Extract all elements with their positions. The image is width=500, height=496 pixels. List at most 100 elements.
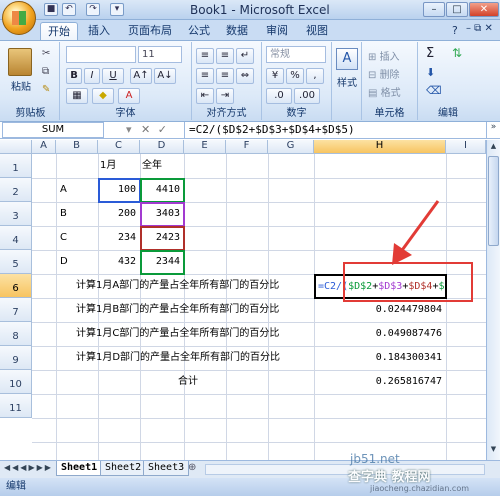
cell-h8[interactable]: 0.049087476 xyxy=(314,322,446,346)
cell-c5[interactable]: 432 xyxy=(98,250,140,274)
italic-button[interactable]: I xyxy=(84,68,100,84)
fill-icon[interactable]: ⬇ xyxy=(426,66,435,79)
save-icon[interactable]: ■ xyxy=(44,3,58,16)
cancel-icon[interactable]: ✕ xyxy=(141,123,150,136)
format-painter-icon[interactable]: ✎ xyxy=(42,84,50,95)
cell-d1[interactable]: 全年 xyxy=(140,154,184,178)
help-icon[interactable]: ? xyxy=(452,24,458,37)
cell-b8[interactable]: 计算1月C部门的产量占全年所有部门的百分比 xyxy=(74,322,314,346)
tab-insert[interactable]: 插入 xyxy=(84,22,114,41)
sheet-tab-2[interactable]: Sheet2 xyxy=(100,461,147,476)
tab-page-layout[interactable]: 页面布局 xyxy=(124,22,176,41)
name-box[interactable]: SUM xyxy=(2,122,104,138)
styles-icon[interactable]: A xyxy=(336,48,358,70)
tab-data[interactable]: 数据 xyxy=(222,22,252,41)
align-center-icon[interactable]: ≡ xyxy=(216,68,234,84)
maximize-button[interactable]: □ xyxy=(446,2,468,17)
enter-icon[interactable]: ✓ xyxy=(158,123,167,136)
horizontal-scrollbar[interactable] xyxy=(205,464,485,475)
minimize-button[interactable]: – xyxy=(423,2,445,17)
cell-c1[interactable]: 1月 xyxy=(98,154,140,178)
paste-label[interactable]: 粘贴 xyxy=(4,78,38,93)
col-header-e[interactable]: E xyxy=(184,140,226,154)
currency-icon[interactable]: ¥ xyxy=(266,68,284,84)
autosum-button[interactable]: Σ xyxy=(426,46,434,61)
sheet-tab-3[interactable]: Sheet3 xyxy=(143,461,190,476)
row-header-7[interactable]: 7 xyxy=(0,298,32,322)
cell-b9[interactable]: 计算1月D部门的产量占全年所有部门的百分比 xyxy=(74,346,314,370)
increase-indent-icon[interactable]: ⇥ xyxy=(216,88,234,104)
border-icon[interactable]: ▦ xyxy=(66,88,88,104)
align-left-icon[interactable]: ≡ xyxy=(196,68,214,84)
sort-filter-icon[interactable]: ⇅ xyxy=(452,46,462,60)
align-top-icon[interactable]: ≡ xyxy=(196,48,214,64)
col-header-a[interactable]: A xyxy=(32,140,56,154)
col-header-g[interactable]: G xyxy=(268,140,314,154)
customize-toolbar-icon[interactable]: ▾ xyxy=(110,3,124,16)
col-header-f[interactable]: F xyxy=(226,140,268,154)
font-name-dropdown[interactable] xyxy=(66,46,136,63)
decrease-indent-icon[interactable]: ⇤ xyxy=(196,88,214,104)
select-all-corner[interactable] xyxy=(0,140,32,154)
undo-icon[interactable]: ↶ xyxy=(62,3,76,16)
clear-icon[interactable]: ⌫ xyxy=(426,84,442,97)
font-size-dropdown[interactable]: 11 xyxy=(138,46,182,63)
bold-button[interactable]: B xyxy=(66,68,82,84)
cell-h10[interactable]: 0.265816747 xyxy=(314,370,446,394)
row-header-4[interactable]: 4 xyxy=(0,226,32,250)
delete-cells-button[interactable]: ⊟ 删除 xyxy=(368,66,400,81)
scroll-down-icon[interactable]: ▼ xyxy=(488,445,499,456)
ribbon-minimize-icon[interactable]: – ⧉ ✕ xyxy=(466,23,493,34)
scroll-thumb[interactable] xyxy=(488,156,499,246)
align-middle-icon[interactable]: ≡ xyxy=(216,48,234,64)
close-button[interactable]: ✕ xyxy=(469,2,499,17)
cell-c3[interactable]: 200 xyxy=(98,202,140,226)
col-header-b[interactable]: B xyxy=(56,140,98,154)
redo-icon[interactable]: ↷ xyxy=(86,3,100,16)
cell-b6[interactable]: 计算1月A部门的产量占全年所有部门的百分比 xyxy=(74,274,314,298)
row-header-8[interactable]: 8 xyxy=(0,322,32,346)
row-header-2[interactable]: 2 xyxy=(0,178,32,202)
fill-color-icon[interactable]: ◆ xyxy=(92,88,114,104)
col-header-d[interactable]: D xyxy=(140,140,184,154)
decrease-decimal-icon[interactable]: .00 xyxy=(294,88,320,104)
cut-icon[interactable]: ✂ xyxy=(42,48,50,59)
office-button[interactable] xyxy=(2,1,36,35)
row-header-10[interactable]: 10 xyxy=(0,370,32,394)
cell-b3[interactable]: B xyxy=(58,202,98,226)
number-format-dropdown[interactable]: 常规 xyxy=(266,46,326,63)
col-header-i[interactable]: I xyxy=(446,140,486,154)
col-header-h[interactable]: H xyxy=(314,140,446,154)
cell-b2[interactable]: A xyxy=(58,178,98,202)
comma-button[interactable]: , xyxy=(306,68,324,84)
wrap-text-icon[interactable]: ↵ xyxy=(236,48,254,64)
tab-view[interactable]: 视图 xyxy=(302,22,332,41)
row-header-5[interactable]: 5 xyxy=(0,250,32,274)
formula-input[interactable]: =C2/($D$2+$D$3+$D$4+$D$5) xyxy=(184,122,484,138)
tab-home[interactable]: 开始 xyxy=(40,22,78,41)
row-header-6[interactable]: 6 xyxy=(0,274,32,298)
sheet-nav-icons[interactable]: ◀◀◀▶▶▶ xyxy=(4,463,53,472)
cell-b7[interactable]: 计算1月B部门的产量占全年所有部门的百分比 xyxy=(74,298,314,322)
row-header-1[interactable]: 1 xyxy=(0,154,32,178)
tab-review[interactable]: 审阅 xyxy=(262,22,292,41)
percent-button[interactable]: % xyxy=(286,68,304,84)
col-header-c[interactable]: C xyxy=(98,140,140,154)
expand-formula-bar-icon[interactable]: » xyxy=(486,122,500,138)
insert-cells-button[interactable]: ⊞ 插入 xyxy=(368,48,400,63)
cell-d10[interactable]: 合计 xyxy=(176,370,236,394)
vertical-scrollbar[interactable]: ▲ ▼ xyxy=(486,140,500,460)
scroll-up-icon[interactable]: ▲ xyxy=(488,142,499,153)
cell-h9[interactable]: 0.184300341 xyxy=(314,346,446,370)
format-cells-button[interactable]: ▤ 格式 xyxy=(368,84,401,99)
underline-button[interactable]: U xyxy=(102,68,124,84)
font-shrink-icon[interactable]: A↓ xyxy=(154,68,176,84)
paste-icon[interactable] xyxy=(8,48,32,76)
increase-decimal-icon[interactable]: .0 xyxy=(266,88,292,104)
cell-b5[interactable]: D xyxy=(58,250,98,274)
font-color-icon[interactable]: A xyxy=(118,88,140,104)
insert-sheet-icon[interactable]: ⊕ xyxy=(188,462,196,473)
tab-formulas[interactable]: 公式 xyxy=(184,22,214,41)
row-header-3[interactable]: 3 xyxy=(0,202,32,226)
row-header-9[interactable]: 9 xyxy=(0,346,32,370)
